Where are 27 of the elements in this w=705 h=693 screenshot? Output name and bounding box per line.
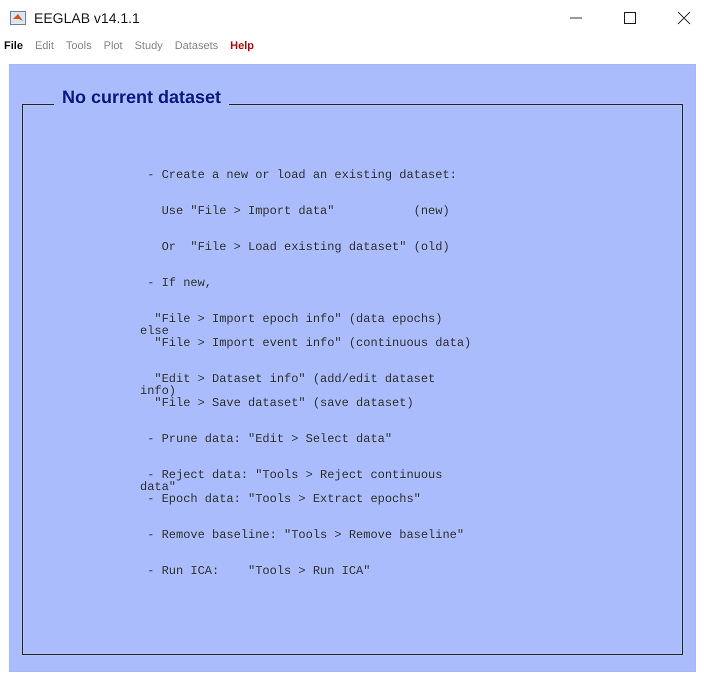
- instruction-line: "File > Save dataset" (save dataset): [154, 397, 414, 409]
- menu-item[interactable]: Edit: [34, 38, 54, 54]
- instruction-line: info): [140, 385, 176, 397]
- instruction-line: data": [140, 481, 176, 493]
- window-title: EEGLAB v14.1.1: [34, 8, 140, 28]
- close-icon[interactable]: [677, 11, 691, 25]
- app-icon: [10, 11, 26, 25]
- menu-item[interactable]: File: [4, 38, 23, 54]
- menu-item[interactable]: Study: [134, 38, 163, 54]
- instruction-line: - Remove baseline: "Tools > Remove baseline": [146, 529, 464, 541]
- instruction-line: Or "File > Load existing dataset" (old): [160, 241, 450, 253]
- instruction-line: - Reject data: "Tools > Reject continuous: [147, 469, 442, 481]
- instruction-line: "File > Import epoch info" (data epochs): [154, 313, 442, 325]
- menu-item[interactable]: Plot: [104, 38, 123, 54]
- instruction-line: - Run ICA: "Tools > Run ICA": [146, 565, 370, 577]
- instruction-line: - Epoch data: "Tools > Extract epochs": [146, 493, 421, 505]
- instruction-line: - If new,: [146, 277, 212, 289]
- instruction-line: "Edit > Dataset info" (add/edit dataset: [154, 373, 436, 385]
- menu-item[interactable]: Datasets: [174, 38, 218, 54]
- instruction-line: "File > Import event info" (continuous data): [153, 337, 472, 349]
- menu-item[interactable]: Help: [230, 38, 254, 54]
- maximize-icon[interactable]: [623, 11, 637, 25]
- instruction-line: - Prune data: "Edit > Select data": [146, 433, 392, 445]
- instruction-line: else: [140, 325, 169, 337]
- instruction-line: Use "File > Import data" (new): [160, 205, 450, 217]
- instruction-line: - Create a new or load an existing dataset:: [146, 169, 457, 181]
- menu-item[interactable]: Tools: [66, 38, 92, 54]
